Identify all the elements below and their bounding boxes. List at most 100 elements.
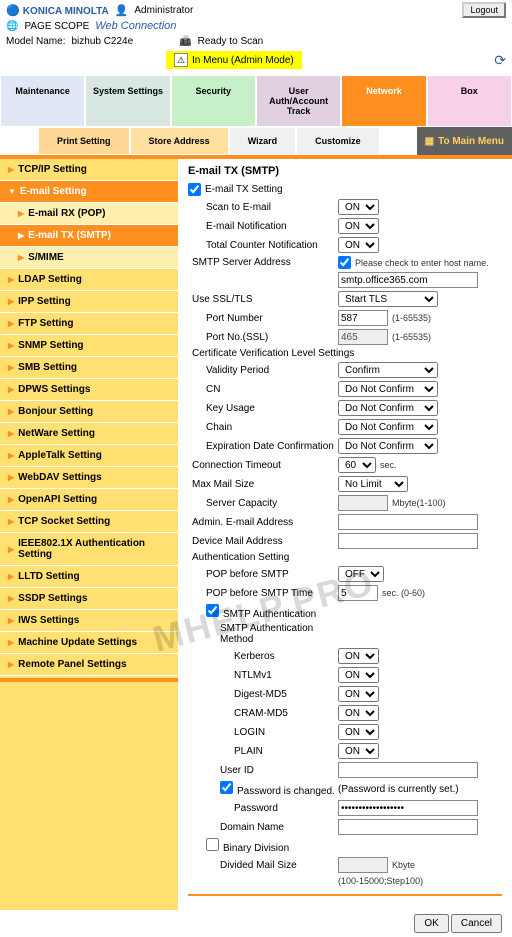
sidebar-ldap[interactable]: ▶LDAP Setting	[0, 269, 178, 291]
hostname-checkbox[interactable]	[338, 256, 351, 269]
digest-label: Digest-MD5	[188, 689, 338, 700]
tab-wizard[interactable]: Wizard	[229, 127, 296, 155]
pwd-changed-row: Password is changed.	[188, 781, 338, 797]
sidebar-webdav[interactable]: ▶WebDAV Settings	[0, 467, 178, 489]
device-email-input[interactable]	[338, 533, 478, 549]
email-tx-checkbox[interactable]	[188, 183, 201, 196]
port-ssl-input	[338, 329, 388, 345]
divided-unit: Kbyte	[392, 860, 415, 870]
server-capacity-unit: Mbyte(1-100)	[392, 498, 446, 508]
tab-network[interactable]: Network	[341, 75, 426, 127]
scanner-icon: 📠	[179, 36, 191, 47]
sidebar-dpws[interactable]: ▶DPWS Settings	[0, 379, 178, 401]
sidebar-machine-update[interactable]: ▶Machine Update Settings	[0, 632, 178, 654]
pop-time-unit: sec. (0-60)	[382, 588, 425, 598]
binary-division-row: Binary Division	[188, 838, 338, 854]
sidebar-ftp[interactable]: ▶FTP Setting	[0, 313, 178, 335]
tab-user-auth[interactable]: User Auth/Account Track	[256, 75, 341, 127]
tab-store-address[interactable]: Store Address	[130, 127, 229, 155]
kerberos-select[interactable]: ON	[338, 648, 379, 664]
domain-input[interactable]	[338, 819, 478, 835]
sidebar-lltd[interactable]: ▶LLTD Setting	[0, 566, 178, 588]
menu-icon: ▦	[425, 136, 434, 147]
binary-division-checkbox[interactable]	[206, 838, 219, 851]
sidebar-ipp[interactable]: ▶IPP Setting	[0, 291, 178, 313]
conn-timeout-select[interactable]: 60	[338, 457, 376, 473]
chain-label: Chain	[188, 422, 338, 433]
sidebar-smime[interactable]: ▶S/MIME	[0, 247, 178, 269]
email-notification-select[interactable]: ON	[338, 218, 379, 234]
ssl-select[interactable]: Start TLS	[338, 291, 438, 307]
pwd-changed-checkbox[interactable]	[220, 781, 233, 794]
tab-system-settings[interactable]: System Settings	[85, 75, 170, 127]
password-input[interactable]	[338, 800, 478, 816]
cancel-button[interactable]: Cancel	[451, 914, 502, 933]
cert-verification-label: Certificate Verification Level Settings	[188, 348, 388, 359]
to-main-menu-button[interactable]: ▦To Main Menu	[417, 127, 512, 155]
pop-before-smtp-time-label: POP before SMTP Time	[188, 588, 338, 599]
auth-method-label: SMTP Authentication Method	[188, 623, 338, 645]
sidebar-ieee8021x[interactable]: ▶IEEE802.1X Authentication Setting	[0, 533, 178, 566]
server-capacity-input	[338, 495, 388, 511]
tab-security[interactable]: Security	[171, 75, 256, 127]
sidebar-remote-panel[interactable]: ▶Remote Panel Settings	[0, 654, 178, 676]
sidebar-tcpip[interactable]: ▶TCP/IP Setting	[0, 159, 178, 181]
auth-setting-label: Authentication Setting	[188, 552, 338, 563]
hostname-hint: Please check to enter host name.	[355, 258, 489, 268]
tab-maintenance[interactable]: Maintenance	[0, 75, 85, 127]
admin-email-input[interactable]	[338, 514, 478, 530]
sidebar-bonjour[interactable]: ▶Bonjour Setting	[0, 401, 178, 423]
scan-to-email-select[interactable]: ON	[338, 199, 379, 215]
sidebar-iws[interactable]: ▶IWS Settings	[0, 610, 178, 632]
port-input[interactable]	[338, 310, 388, 326]
maxmail-select[interactable]: No Limit	[338, 476, 408, 492]
smtp-address-input[interactable]	[338, 272, 478, 288]
pagescope-icon: 🌐	[6, 21, 18, 32]
pop-before-smtp-select[interactable]: OFF	[338, 566, 384, 582]
total-counter-select[interactable]: ON	[338, 237, 379, 253]
sidebar-email-rx[interactable]: ▶E-mail RX (POP)	[0, 203, 178, 225]
smtp-auth-checkbox[interactable]	[206, 604, 219, 617]
email-notification-label: E-mail Notification	[188, 221, 338, 232]
chain-select[interactable]: Do Not Confirm	[338, 419, 438, 435]
keyusage-select[interactable]: Do Not Confirm	[338, 400, 438, 416]
validity-label: Validity Period	[188, 365, 338, 376]
expiration-select[interactable]: Do Not Confirm	[338, 438, 438, 454]
sidebar-email-tx[interactable]: ▶E-mail TX (SMTP)	[0, 225, 178, 247]
pop-before-smtp-label: POP before SMTP	[188, 569, 338, 580]
digest-select[interactable]: ON	[338, 686, 379, 702]
tab-box[interactable]: Box	[427, 75, 512, 127]
cn-select[interactable]: Do Not Confirm	[338, 381, 438, 397]
warning-icon: ⚠	[174, 53, 188, 67]
sidebar-netware[interactable]: ▶NetWare Setting	[0, 423, 178, 445]
sidebar-appletalk[interactable]: ▶AppleTalk Setting	[0, 445, 178, 467]
sidebar-ssdp[interactable]: ▶SSDP Settings	[0, 588, 178, 610]
userid-input[interactable]	[338, 762, 478, 778]
divided-range: (100-15000;Step100)	[338, 876, 423, 886]
admin-email-label: Admin. E-mail Address	[188, 517, 338, 528]
logout-button[interactable]: Logout	[462, 2, 506, 18]
pop-before-smtp-time-input[interactable]	[338, 585, 378, 601]
sidebar-snmp[interactable]: ▶SNMP Setting	[0, 335, 178, 357]
sidebar-tcp-socket[interactable]: ▶TCP Socket Setting	[0, 511, 178, 533]
sidebar-email[interactable]: ▼E-mail Setting	[0, 181, 178, 203]
sidebar-openapi[interactable]: ▶OpenAPI Setting	[0, 489, 178, 511]
refresh-icon[interactable]: ⟳	[494, 52, 506, 69]
validity-select[interactable]: Confirm	[338, 362, 438, 378]
port-ssl-range: (1-65535)	[392, 332, 431, 342]
cram-select[interactable]: ON	[338, 705, 379, 721]
tab-customize[interactable]: Customize	[296, 127, 380, 155]
tab-print-setting[interactable]: Print Setting	[38, 127, 130, 155]
keyusage-label: Key Usage	[188, 403, 338, 414]
maxmail-label: Max Mail Size	[188, 479, 338, 490]
port-range: (1-65535)	[392, 313, 431, 323]
sidebar-smb[interactable]: ▶SMB Setting	[0, 357, 178, 379]
ntlm-select[interactable]: ON	[338, 667, 379, 683]
ok-button[interactable]: OK	[414, 914, 448, 933]
plain-label: PLAIN	[188, 746, 338, 757]
pwd-set-hint: (Password is currently set.)	[338, 784, 459, 795]
conn-timeout-label: Connection Timeout	[188, 460, 338, 471]
status-ready: Ready to Scan	[198, 36, 264, 47]
login-select[interactable]: ON	[338, 724, 379, 740]
plain-select[interactable]: ON	[338, 743, 379, 759]
